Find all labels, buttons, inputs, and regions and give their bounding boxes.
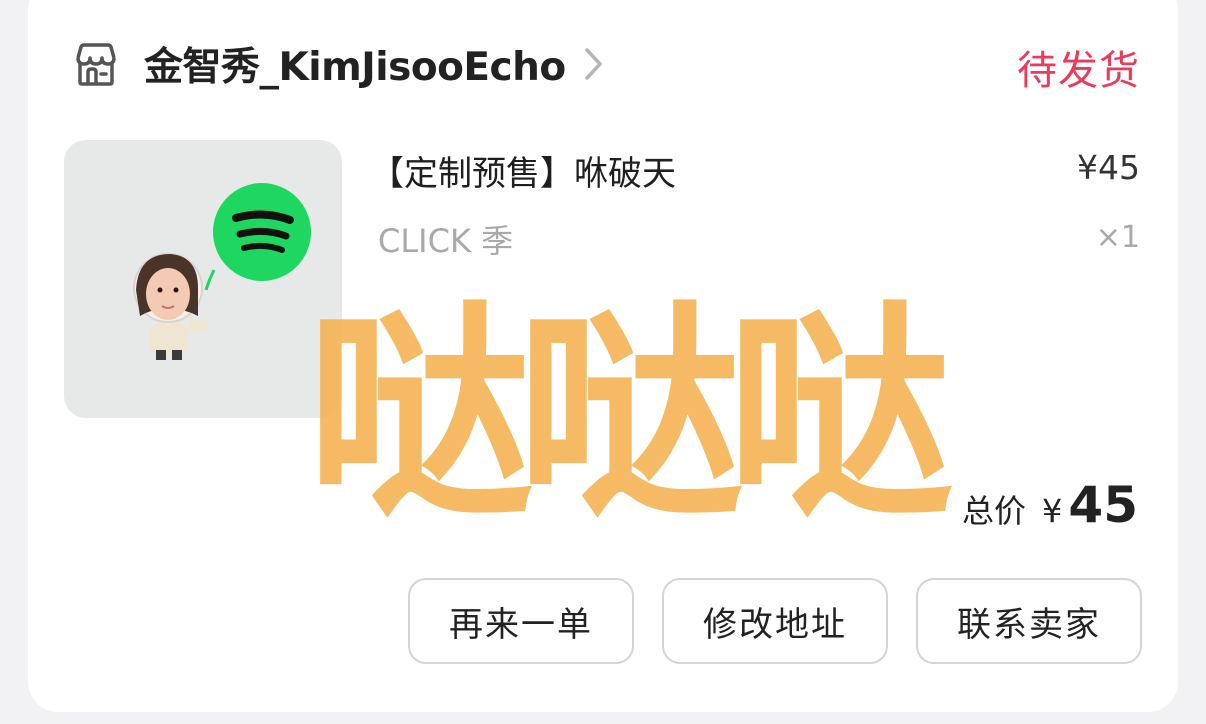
spotify-icon xyxy=(213,183,311,281)
total-currency: ¥ xyxy=(1042,492,1063,530)
product-quantity: ×1 xyxy=(1095,220,1140,255)
product-title[interactable]: 【定制预售】咻破天 xyxy=(370,146,676,195)
total-amount: 45 xyxy=(1068,476,1138,534)
order-status: 待发货 xyxy=(1017,48,1140,94)
order-actions: 再来一单 修改地址 联系卖家 xyxy=(408,578,1142,664)
chevron-right-icon[interactable] xyxy=(582,45,606,83)
total-label: 总价 xyxy=(962,492,1027,530)
contact-seller-button[interactable]: 联系卖家 xyxy=(916,578,1142,664)
product-image[interactable] xyxy=(64,140,342,418)
store-icon xyxy=(76,43,116,86)
figure-illustration xyxy=(133,253,210,360)
product-sku: CLICK 季 xyxy=(378,222,514,260)
order-total: 总价 ¥ 45 xyxy=(962,476,1138,534)
product-price: ¥45 xyxy=(1077,148,1140,187)
store-name[interactable]: 金智秀_KimJisooEcho xyxy=(144,36,566,92)
modify-address-button[interactable]: 修改地址 xyxy=(662,578,888,664)
store-header[interactable]: 金智秀_KimJisooEcho xyxy=(70,36,606,92)
reorder-button[interactable]: 再来一单 xyxy=(408,578,634,664)
